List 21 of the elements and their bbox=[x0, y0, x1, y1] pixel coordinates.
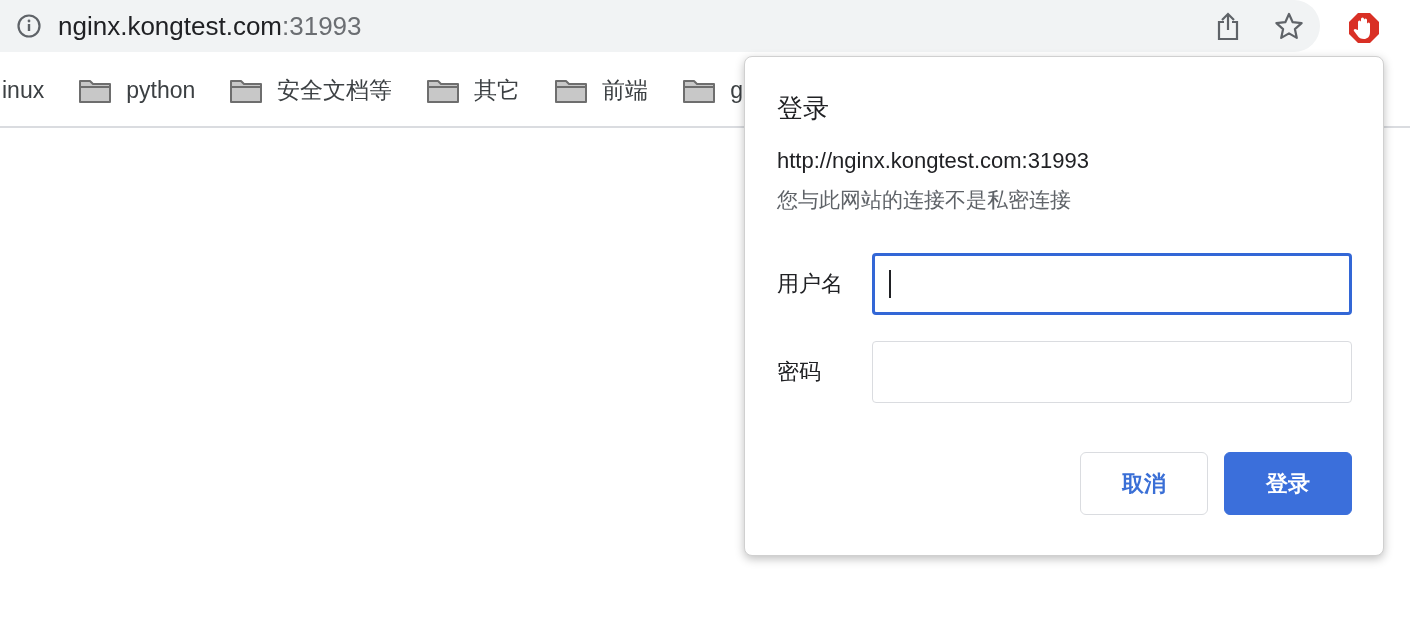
url-port: :31993 bbox=[282, 10, 362, 42]
bookmark-item[interactable]: g bbox=[682, 77, 744, 104]
info-icon[interactable] bbox=[16, 13, 42, 39]
url-host: nginx.kongtest.com bbox=[58, 10, 282, 42]
bookmark-item[interactable]: 前端 bbox=[554, 75, 649, 106]
input-field[interactable] bbox=[872, 253, 1352, 315]
stop-hand-icon[interactable] bbox=[1348, 11, 1380, 44]
bookmark-item[interactable]: 其它 bbox=[426, 75, 521, 106]
bookmark-item[interactable]: python bbox=[78, 77, 196, 104]
login-button[interactable]: 登录 bbox=[1224, 452, 1352, 515]
site-address: http://nginx.kongtest.com:31993 bbox=[777, 148, 1090, 174]
cancel-button[interactable]: 取消 bbox=[1080, 452, 1208, 515]
star-icon[interactable] bbox=[1274, 12, 1304, 40]
field-label: 用户名 bbox=[777, 270, 844, 298]
share-icon[interactable] bbox=[1216, 11, 1240, 41]
privacy-warning: 您与此网站的连接不是私密连接 bbox=[777, 187, 1072, 213]
bookmark-item[interactable]: 安全文档等 bbox=[229, 75, 393, 106]
address-bar[interactable]: nginx.kongtest.com:31993 bbox=[0, 0, 1320, 52]
dialog-title: 登录 bbox=[777, 92, 830, 125]
field-label: 密码 bbox=[777, 358, 822, 386]
bookmark-item[interactable]: inux bbox=[2, 77, 45, 104]
